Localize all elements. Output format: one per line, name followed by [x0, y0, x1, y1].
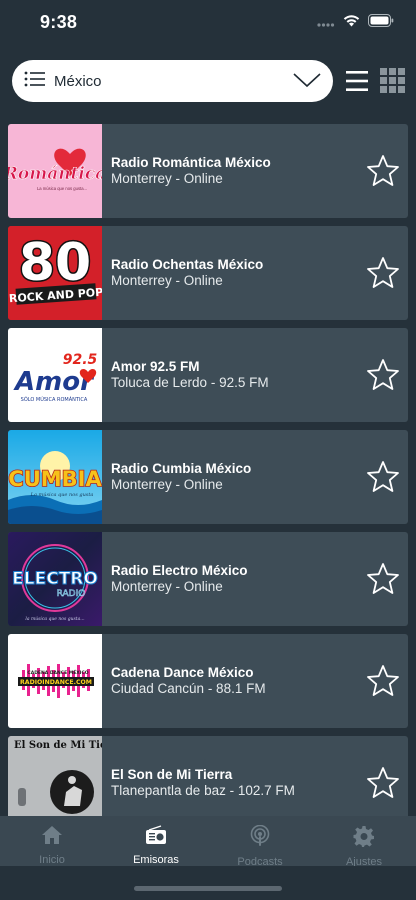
ochentas-logo: 80 ROCK AND POP — [8, 226, 102, 320]
station-location: Monterrey - Online — [111, 273, 223, 288]
logo-text: CUMBIA — [8, 467, 102, 491]
dance-logo: CADENA DANCE MÉXICO RADIOINDANCE.COM — [8, 634, 102, 728]
favorite-star-icon[interactable] — [366, 664, 400, 698]
radio-icon — [145, 825, 167, 850]
status-time: 9:38 — [40, 12, 78, 32]
logo-text: Romántica — [8, 164, 102, 184]
tab-ajustes[interactable]: Ajustes — [312, 816, 416, 868]
station-name: Radio Cumbia México — [111, 461, 252, 476]
station-location: Monterrey - Online — [111, 171, 223, 186]
chevron-down-icon — [293, 72, 321, 93]
top-bar: México — [12, 60, 405, 104]
station-location: Monterrey - Online — [111, 477, 223, 492]
grid-view-button[interactable] — [380, 68, 405, 93]
cumbia-logo: CUMBIA La música que nos gusta — [8, 430, 102, 524]
electro-logo: ELECTRO RADIO la música que nos gusta... — [8, 532, 102, 626]
tab-label: Inicio — [39, 854, 65, 866]
signal-icon — [317, 14, 335, 32]
station-name: El Son de Mi Tierra — [111, 767, 233, 782]
logo-tagline: la música que nos gusta... — [25, 615, 85, 622]
tab-label: Emisoras — [133, 854, 179, 866]
station-name: Radio Electro México — [111, 563, 248, 578]
logo-text: RADIOINDANCE.COM — [20, 679, 92, 686]
station-card[interactable]: CADENA DANCE MÉXICO RADIOINDANCE.COM Cad… — [8, 634, 408, 728]
grid-view-icon — [380, 68, 405, 97]
station-card[interactable]: 80 ROCK AND POP Radio Ochentas México Mo… — [8, 226, 408, 320]
station-name: Radio Ochentas México — [111, 257, 264, 272]
favorite-star-icon[interactable] — [366, 460, 400, 494]
station-card[interactable]: CUMBIA La música que nos gusta Radio Cum… — [8, 430, 408, 524]
favorite-star-icon[interactable] — [366, 358, 400, 392]
station-location: Tlanepantla de baz - 102.7 FM — [111, 783, 295, 798]
station-location: Toluca de Lerdo - 92.5 FM — [111, 375, 269, 390]
station-location: Ciudad Cancún - 88.1 FM — [111, 681, 266, 696]
home-indicator[interactable] — [134, 886, 282, 891]
gear-icon — [353, 825, 375, 852]
logo-text: ELECTRO — [12, 569, 98, 589]
list-view-icon — [345, 71, 369, 97]
logo-text: 80 — [19, 233, 91, 293]
station-name: Radio Romántica México — [111, 155, 271, 170]
station-name: Amor 92.5 FM — [111, 359, 200, 374]
amor-logo: 92.5 Amor SÓLO MÚSICA ROMÁNTICA — [8, 328, 102, 422]
country-label: México — [54, 72, 102, 90]
logo-text: El Son de Mi Tierra — [14, 740, 102, 751]
status-bar: 9:38 — [0, 0, 416, 48]
logo-sub: RADIO — [57, 589, 86, 599]
station-name: Cadena Dance México — [111, 665, 254, 680]
tab-emisoras[interactable]: Emisoras — [104, 816, 208, 866]
station-card[interactable]: ELECTRO RADIO la música que nos gusta...… — [8, 532, 408, 626]
tab-inicio[interactable]: Inicio — [0, 816, 104, 866]
wifi-icon — [343, 14, 360, 32]
podcast-icon — [249, 824, 271, 852]
logo-tagline: La música que nos gusta... — [37, 186, 87, 191]
favorite-star-icon[interactable] — [366, 562, 400, 596]
country-select[interactable]: México — [12, 60, 333, 102]
list-view-button[interactable] — [345, 69, 369, 93]
favorite-star-icon[interactable] — [366, 256, 400, 290]
logo-tagline: La música que nos gusta — [30, 491, 94, 498]
home-icon — [41, 825, 63, 850]
romantica-logo: Romántica La música que nos gusta... — [8, 124, 102, 218]
menu-icon — [24, 71, 46, 92]
favorite-star-icon[interactable] — [366, 154, 400, 188]
logo-tagline: SÓLO MÚSICA ROMÁNTICA — [21, 396, 88, 403]
tab-podcasts[interactable]: Podcasts — [208, 816, 312, 868]
favorite-star-icon[interactable] — [366, 766, 400, 800]
tab-bar: Inicio Emisoras Podcasts Ajustes — [0, 816, 416, 868]
station-card[interactable]: 92.5 Amor SÓLO MÚSICA ROMÁNTICA Amor 92.… — [8, 328, 408, 422]
bottom-safe-area — [0, 866, 416, 900]
status-icons — [317, 14, 394, 32]
logo-freq: 92.5 — [63, 352, 98, 368]
station-location: Monterrey - Online — [111, 579, 223, 594]
battery-icon — [368, 14, 394, 32]
station-card[interactable]: Romántica La música que nos gusta... Rad… — [8, 124, 408, 218]
